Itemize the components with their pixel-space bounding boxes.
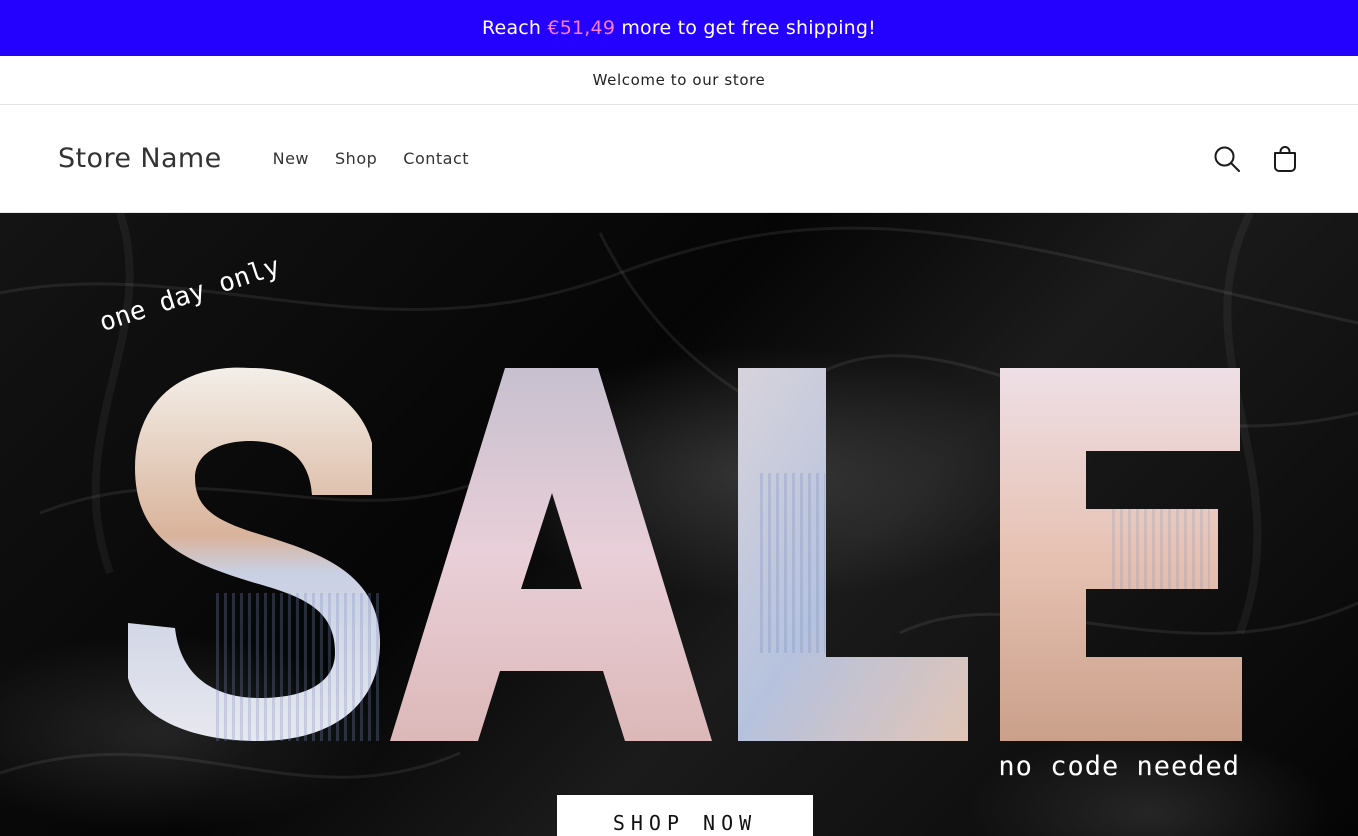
- shipping-amount: €51,49: [547, 17, 616, 39]
- letter-l: [738, 368, 968, 741]
- sale-letters: [128, 367, 1242, 741]
- shipping-suffix: more to get free shipping!: [615, 17, 876, 39]
- free-shipping-banner: Reach €51,49 more to get free shipping!: [0, 0, 1358, 56]
- store-logo[interactable]: Store Name: [58, 143, 222, 174]
- site-header: Store Name New Shop Contact: [0, 105, 1358, 213]
- shipping-prefix: Reach: [482, 17, 548, 39]
- cart-button[interactable]: [1270, 144, 1300, 174]
- tagline-no-code-needed: no code needed: [998, 751, 1240, 782]
- letter-a: [390, 368, 712, 741]
- shop-now-button[interactable]: SHOP NOW: [557, 795, 813, 836]
- nav-item-shop[interactable]: Shop: [322, 143, 390, 174]
- welcome-announcement: Welcome to our store: [0, 56, 1358, 105]
- nav-item-contact[interactable]: Contact: [390, 143, 482, 174]
- welcome-text: Welcome to our store: [592, 71, 766, 89]
- cart-icon: [1274, 145, 1296, 172]
- main-nav: New Shop Contact: [260, 143, 482, 174]
- search-icon: [1214, 146, 1240, 172]
- header-actions: [1212, 144, 1300, 174]
- letter-e: [1000, 368, 1242, 741]
- nav-item-new[interactable]: New: [260, 143, 322, 174]
- search-button[interactable]: [1212, 144, 1242, 174]
- letter-s: [128, 367, 380, 741]
- sale-hero-banner: one day only no code needed SHOP NOW: [0, 213, 1358, 836]
